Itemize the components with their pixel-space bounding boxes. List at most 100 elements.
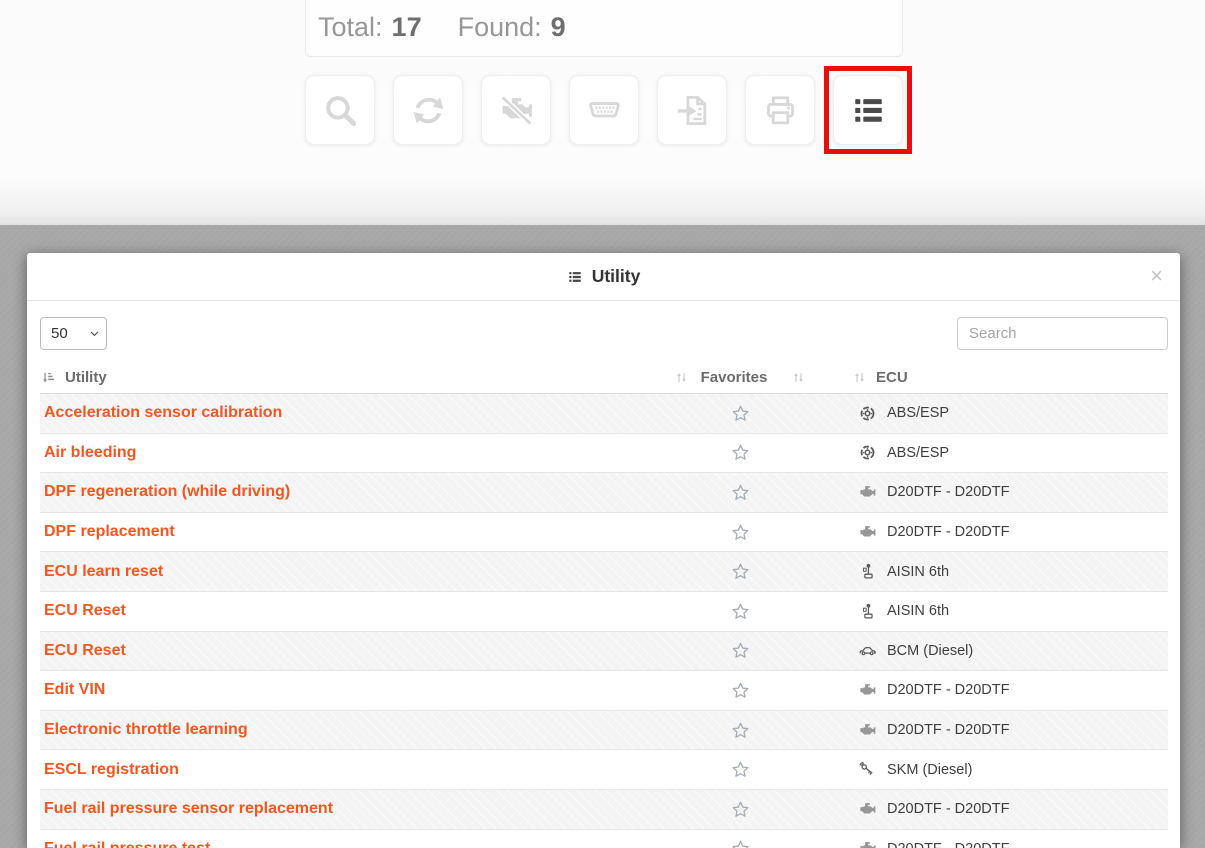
obd-connector-icon: [586, 92, 623, 129]
utility-link[interactable]: DPF replacement: [44, 523, 175, 540]
star-icon[interactable]: [730, 759, 751, 780]
modal-title-text: Utility: [592, 266, 641, 287]
search-button[interactable]: [305, 75, 375, 145]
engine-icon: [858, 523, 877, 542]
gear-shifter-icon: [858, 562, 877, 581]
gear-shifter-icon: [858, 602, 877, 621]
table-row: ECU Reset AISIN 6th: [40, 592, 1168, 632]
utility-cell: Acceleration sensor calibration: [40, 404, 640, 422]
export-report-button[interactable]: [657, 75, 727, 145]
utility-cell: Edit VIN: [40, 681, 640, 699]
sort-amount-icon: [41, 370, 56, 385]
engine-icon: [858, 721, 877, 740]
screen: Total: 17 Found: 9 Utility × 50: [0, 0, 1205, 848]
page-background-top: Total: 17 Found: 9: [0, 0, 1205, 225]
star-icon[interactable]: [730, 838, 751, 848]
utility-link[interactable]: ESCL registration: [44, 761, 179, 778]
found-label: Found:: [458, 12, 542, 43]
page-size-select[interactable]: 50: [40, 317, 107, 350]
ecu-label: ABS/ESP: [887, 405, 949, 421]
utility-link[interactable]: ECU Reset: [44, 602, 126, 619]
star-icon[interactable]: [730, 442, 751, 463]
table-row: Fuel rail pressure sensor replacement D2…: [40, 790, 1168, 830]
ecu-cell: D20DTF - D20DTF: [840, 681, 1168, 700]
column-label-ecu: ECU: [876, 369, 908, 386]
ecu-cell: D20DTF - D20DTF: [840, 839, 1168, 848]
favorites-cell: [640, 522, 840, 543]
print-button[interactable]: [745, 75, 815, 145]
utility-cell: Electronic throttle learning: [40, 721, 640, 739]
table-row: ECU learn reset AISIN 6th: [40, 552, 1168, 592]
utility-link[interactable]: DPF regeneration (while driving): [44, 483, 290, 500]
brake-disc-icon: [858, 404, 877, 423]
favorites-cell: [640, 561, 840, 582]
ecu-label: SKM (Diesel): [887, 762, 972, 778]
star-icon[interactable]: [730, 720, 751, 741]
column-header-favorites[interactable]: Favorites: [640, 369, 840, 386]
close-icon[interactable]: ×: [1146, 261, 1167, 291]
star-icon[interactable]: [730, 561, 751, 582]
scan-stats-line: Total: 17 Found: 9: [318, 12, 566, 43]
table-row: Edit VIN D20DTF - D20DTF: [40, 671, 1168, 711]
engine-off-icon: [498, 92, 535, 129]
ecu-cell: BCM (Diesel): [840, 641, 1168, 660]
star-icon[interactable]: [730, 522, 751, 543]
favorites-cell: [640, 720, 840, 741]
engine-icon: [858, 681, 877, 700]
utility-list-button[interactable]: [833, 75, 903, 145]
star-icon[interactable]: [730, 601, 751, 622]
page-size-select-wrap: 50: [40, 317, 107, 350]
utility-link[interactable]: ECU learn reset: [44, 563, 163, 580]
search-input[interactable]: [957, 317, 1168, 350]
favorites-cell: [640, 799, 840, 820]
modal-body: 50 Utility Favorites ECU: [27, 301, 1180, 848]
utility-link[interactable]: Edit VIN: [44, 681, 105, 698]
table-row: Acceleration sensor calibration ABS/ESP: [40, 394, 1168, 434]
ecu-label: BCM (Diesel): [887, 643, 973, 659]
ecu-cell: D20DTF - D20DTF: [840, 483, 1168, 502]
favorites-cell: [640, 601, 840, 622]
utility-link[interactable]: Air bleeding: [44, 444, 136, 461]
refresh-button[interactable]: [393, 75, 463, 145]
sort-icon: [674, 370, 689, 385]
modal-title: Utility: [567, 266, 641, 287]
obd-connector-button[interactable]: [569, 75, 639, 145]
utility-cell: DPF replacement: [40, 523, 640, 541]
table-row: Electronic throttle learning D20DTF - D2…: [40, 711, 1168, 751]
table-row: DPF regeneration (while driving) D20DTF …: [40, 473, 1168, 513]
modal-header: Utility ×: [27, 253, 1180, 301]
star-icon[interactable]: [730, 403, 751, 424]
ecu-label: D20DTF - D20DTF: [887, 801, 1009, 817]
sort-icon: [791, 370, 806, 385]
ecu-label: D20DTF - D20DTF: [887, 524, 1009, 540]
table-controls: 50: [40, 317, 1168, 350]
utility-cell: ECU Reset: [40, 642, 640, 660]
print-icon: [762, 92, 799, 129]
engine-icon: [858, 483, 877, 502]
ecu-cell: AISIN 6th: [840, 562, 1168, 581]
list-icon: [850, 92, 887, 129]
favorites-cell: [640, 442, 840, 463]
utility-link[interactable]: Electronic throttle learning: [44, 721, 248, 738]
clear-dtc-button[interactable]: [481, 75, 551, 145]
search-icon: [322, 92, 359, 129]
favorites-cell: [640, 838, 840, 848]
star-icon[interactable]: [730, 799, 751, 820]
utility-link[interactable]: Fuel rail pressure sensor replacement: [44, 800, 333, 817]
utility-cell: ESCL registration: [40, 761, 640, 779]
table-header-row: Utility Favorites ECU: [40, 362, 1168, 394]
utility-link[interactable]: Fuel rail pressure test: [44, 840, 210, 848]
star-icon[interactable]: [730, 640, 751, 661]
refresh-icon: [410, 92, 447, 129]
ecu-cell: D20DTF - D20DTF: [840, 721, 1168, 740]
ecu-cell: D20DTF - D20DTF: [840, 800, 1168, 819]
star-icon[interactable]: [730, 680, 751, 701]
column-header-ecu[interactable]: ECU: [840, 369, 1168, 386]
utility-link[interactable]: ECU Reset: [44, 642, 126, 659]
column-header-utility[interactable]: Utility: [40, 369, 640, 386]
utility-link[interactable]: Acceleration sensor calibration: [44, 404, 282, 421]
star-icon[interactable]: [730, 482, 751, 503]
table-row: DPF replacement D20DTF - D20DTF: [40, 513, 1168, 553]
ecu-label: D20DTF - D20DTF: [887, 841, 1009, 848]
engine-icon: [858, 839, 877, 848]
